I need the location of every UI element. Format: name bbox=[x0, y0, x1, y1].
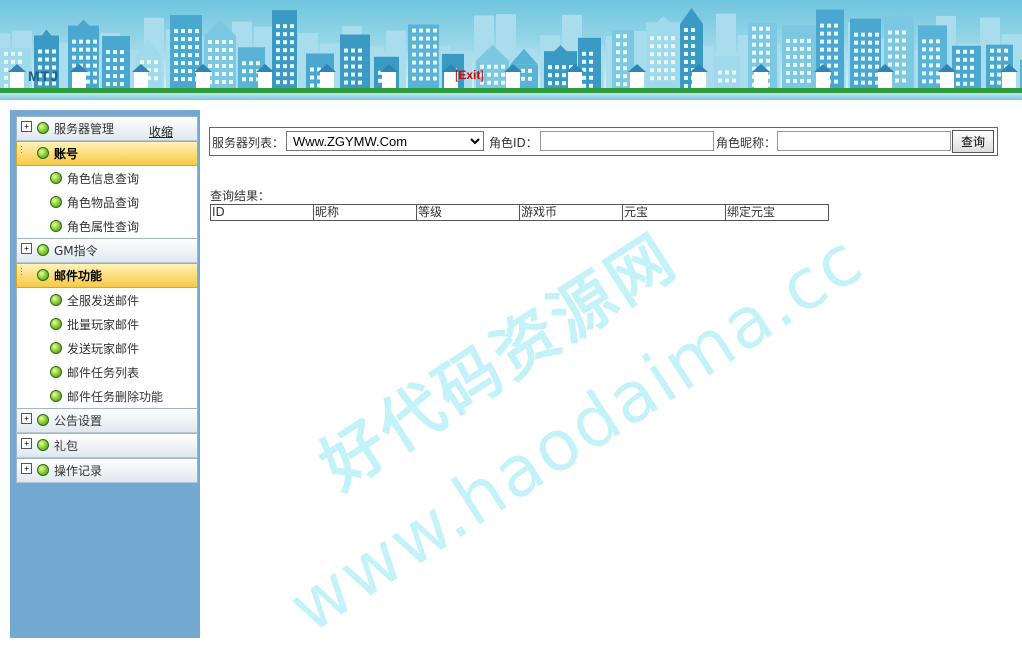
watermark-text-chinese: 好代码资源网 bbox=[308, 220, 691, 505]
menu-item-label: 全服发送邮件 bbox=[67, 294, 140, 308]
menu-group-mail[interactable]: 邮件功能 bbox=[16, 263, 198, 288]
menu-group-label: GM指令 bbox=[54, 244, 98, 258]
column-header-id: ID bbox=[210, 204, 314, 221]
column-header-level: 等级 bbox=[416, 204, 520, 221]
expand-plus-icon[interactable]: + bbox=[21, 121, 32, 132]
green-ball-icon bbox=[37, 439, 49, 451]
role-name-label: 角色昵称： bbox=[716, 136, 777, 150]
menu-group-account[interactable]: 账号 bbox=[16, 141, 198, 166]
collapse-link[interactable]: 收缩 bbox=[149, 123, 173, 140]
green-ball-icon bbox=[37, 244, 49, 256]
menu-item-mail-task-list[interactable]: 邮件任务列表 bbox=[16, 360, 198, 384]
search-form: 服务器列表： Www.ZGYMW.Com 角色ID： 角色昵称： 查询 bbox=[209, 127, 998, 156]
city-skyline-graphic bbox=[0, 7, 1022, 90]
menu-item-label: 发送玩家邮件 bbox=[67, 342, 140, 356]
menu-item-label: 角色信息查询 bbox=[67, 172, 140, 186]
sidebar-menu: + 服务器管理 收缩 账号 角色信息查询 角色物品查询 角色属性查询 + GM指… bbox=[16, 116, 198, 483]
menu-item-label: 批量玩家邮件 bbox=[67, 318, 140, 332]
green-ball-icon bbox=[37, 464, 49, 476]
menu-item-label: 邮件任务列表 bbox=[67, 366, 140, 380]
green-ball-icon bbox=[50, 196, 62, 208]
green-ball-icon bbox=[50, 294, 62, 306]
green-ball-icon bbox=[37, 414, 49, 426]
expand-plus-icon[interactable]: + bbox=[21, 243, 32, 254]
tree-dots-icon bbox=[21, 146, 30, 155]
menu-item-label: 角色物品查询 bbox=[67, 196, 140, 210]
menu-group-label: 公告设置 bbox=[54, 414, 103, 428]
green-ball-icon bbox=[37, 122, 49, 134]
menu-item-role-items-query[interactable]: 角色物品查询 bbox=[16, 190, 198, 214]
menu-group-label: 服务器管理 bbox=[54, 122, 115, 136]
green-ball-icon bbox=[50, 318, 62, 330]
menu-item-role-info-query[interactable]: 角色信息查询 bbox=[16, 166, 198, 190]
role-id-label: 角色ID： bbox=[489, 136, 538, 150]
results-table: ID 昵称 等级 游戏币 元宝 绑定元宝 bbox=[210, 204, 829, 221]
menu-group-server-management[interactable]: + 服务器管理 收缩 bbox=[16, 116, 198, 141]
menu-item-send-player-mail[interactable]: 发送玩家邮件 bbox=[16, 336, 198, 360]
menu-group-gift-pack[interactable]: + 礼包 bbox=[16, 433, 198, 458]
column-header-game-coins: 游戏币 bbox=[519, 204, 623, 221]
banner-bottom-strip bbox=[0, 93, 1022, 100]
green-ball-icon bbox=[37, 147, 49, 159]
menu-item-send-all-mail[interactable]: 全服发送邮件 bbox=[16, 288, 198, 312]
results-header-row: ID 昵称 等级 游戏币 元宝 绑定元宝 bbox=[210, 204, 829, 221]
expand-plus-icon[interactable]: + bbox=[21, 463, 32, 474]
menu-group-label: 账号 bbox=[54, 147, 79, 161]
expand-plus-icon[interactable]: + bbox=[21, 438, 32, 449]
menu-item-batch-player-mail[interactable]: 批量玩家邮件 bbox=[16, 312, 198, 336]
app-title: MTJ bbox=[28, 68, 59, 84]
menu-group-label: 邮件功能 bbox=[54, 269, 103, 283]
query-results-label: 查询结果： bbox=[210, 189, 271, 203]
menu-item-label: 角色属性查询 bbox=[67, 220, 140, 234]
exit-bracket-close: ] bbox=[480, 68, 484, 82]
server-select[interactable]: Www.ZGYMW.Com bbox=[286, 131, 484, 151]
green-ball-icon bbox=[50, 390, 62, 402]
green-ball-icon bbox=[50, 172, 62, 184]
role-name-input[interactable] bbox=[777, 131, 951, 151]
column-header-nickname: 昵称 bbox=[313, 204, 417, 221]
menu-item-role-attributes-query[interactable]: 角色属性查询 bbox=[16, 214, 198, 238]
server-list-label: 服务器列表： bbox=[212, 136, 285, 150]
green-ball-icon bbox=[50, 366, 62, 378]
exit-link[interactable]: Exit bbox=[458, 68, 480, 82]
sidebar: + 服务器管理 收缩 账号 角色信息查询 角色物品查询 角色属性查询 + GM指… bbox=[10, 110, 200, 638]
menu-group-operation-log[interactable]: + 操作记录 bbox=[16, 458, 198, 483]
query-button[interactable]: 查询 bbox=[952, 130, 994, 153]
menu-item-mail-task-delete[interactable]: 邮件任务删除功能 bbox=[16, 384, 198, 408]
green-ball-icon bbox=[50, 220, 62, 232]
role-id-input[interactable] bbox=[540, 131, 714, 151]
exit-link-wrapper: [Exit] bbox=[455, 68, 484, 82]
menu-group-gm-commands[interactable]: + GM指令 bbox=[16, 238, 198, 263]
menu-group-label: 礼包 bbox=[54, 439, 79, 453]
expand-plus-icon[interactable]: + bbox=[21, 413, 32, 424]
menu-group-announcement-settings[interactable]: + 公告设置 bbox=[16, 408, 198, 433]
menu-group-label: 操作记录 bbox=[54, 464, 103, 478]
green-ball-icon bbox=[37, 269, 49, 281]
green-ball-icon bbox=[50, 342, 62, 354]
column-header-yuanbao: 元宝 bbox=[622, 204, 726, 221]
watermark-text-url: www.haodaima.cc bbox=[275, 217, 878, 649]
header-banner: MTJ [Exit] bbox=[0, 0, 1022, 100]
column-header-bound-yuanbao: 绑定元宝 bbox=[725, 204, 829, 221]
tree-dots-icon bbox=[21, 268, 30, 277]
menu-item-label: 邮件任务删除功能 bbox=[67, 390, 164, 404]
